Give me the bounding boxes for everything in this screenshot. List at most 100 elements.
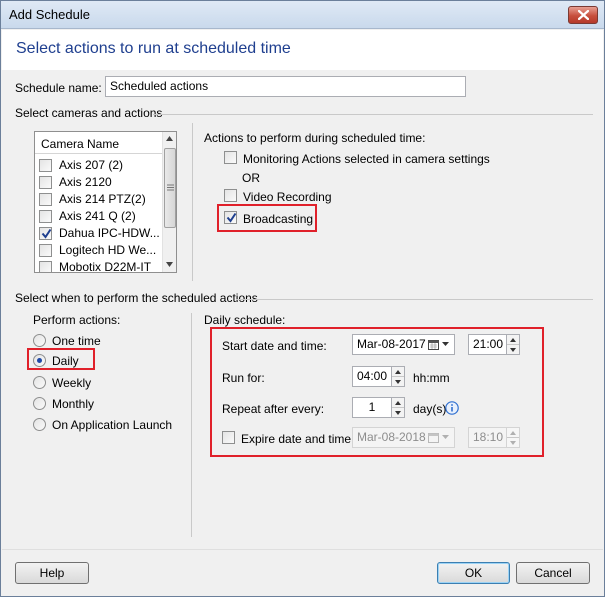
window-title: Add Schedule: [9, 7, 90, 22]
section-divider: [236, 299, 593, 300]
add-schedule-window: Add Schedule Select actions to run at sc…: [0, 0, 605, 597]
daily-schedule-title: Daily schedule:: [204, 313, 286, 327]
camera-item-label: Logitech HD We...: [59, 243, 157, 257]
camera-item[interactable]: Axis 207 (2): [39, 157, 163, 174]
close-button[interactable]: [568, 6, 598, 24]
camera-item[interactable]: Mobotix D22M-IT: [39, 259, 163, 272]
arrow-down-icon: [395, 410, 401, 415]
chevron-down-icon[interactable]: [442, 342, 449, 346]
camera-checkbox[interactable]: [39, 261, 52, 272]
expire-date-picker[interactable]: Mar-08-2018: [352, 427, 455, 448]
camera-list-header: Camera Name: [35, 132, 164, 154]
calendar-icon[interactable]: [428, 432, 439, 443]
expire-date-value: Mar-08-2018: [357, 430, 426, 444]
run-for-label: Run for:: [222, 371, 265, 385]
camera-item[interactable]: Dahua IPC-HDW...: [39, 225, 163, 242]
schedule-name-input[interactable]: Scheduled actions: [105, 76, 466, 97]
arrow-down-icon: [510, 440, 516, 445]
camera-item[interactable]: Logitech HD We...: [39, 242, 163, 259]
repeat-unit: day(s): [413, 402, 447, 416]
radio-weekly[interactable]: [33, 376, 46, 389]
stepper-down[interactable]: [507, 438, 519, 448]
monitoring-checkbox[interactable]: [224, 151, 237, 164]
page-title: Select actions to run at scheduled time: [16, 40, 291, 57]
arrow-down-icon: [395, 379, 401, 384]
start-time-stepper[interactable]: [506, 334, 520, 355]
camera-checkbox[interactable]: [39, 159, 52, 172]
camera-item-label: Axis 241 Q (2): [59, 209, 136, 223]
run-for-stepper[interactable]: [391, 366, 405, 387]
stepper-up[interactable]: [507, 428, 519, 438]
camera-item-label: Axis 2120: [59, 175, 112, 189]
highlight-daily: [27, 348, 95, 370]
grip-icon: [167, 184, 174, 191]
perform-actions-title: Perform actions:: [33, 313, 121, 327]
monitoring-label: Monitoring Actions selected in camera se…: [243, 152, 490, 166]
radio-on-launch[interactable]: [33, 418, 46, 431]
help-button[interactable]: Help: [15, 562, 89, 584]
repeat-label: Repeat after every:: [222, 402, 325, 416]
scrollbar-thumb[interactable]: [164, 148, 176, 228]
radio-one-time[interactable]: [33, 334, 46, 347]
radio-on-launch-label: On Application Launch: [52, 418, 173, 432]
expire-label: Expire date and time:: [241, 432, 355, 446]
expire-checkbox[interactable]: [222, 431, 235, 444]
section-divider: [153, 114, 593, 115]
arrow-up-icon: [395, 370, 401, 374]
expire-time-stepper[interactable]: [506, 427, 520, 448]
expire-time-input[interactable]: 18:10: [468, 427, 507, 448]
arrow-up-icon: [510, 338, 516, 342]
start-date-picker[interactable]: Mar-08-2017: [352, 334, 455, 355]
stepper-down[interactable]: [392, 377, 404, 387]
highlight-broadcasting: [217, 204, 317, 232]
header-band: Select actions to run at scheduled time: [2, 30, 603, 70]
scroll-down-icon[interactable]: [166, 262, 173, 267]
calendar-icon[interactable]: [428, 339, 439, 350]
radio-monthly-label: Monthly: [52, 397, 95, 411]
repeat-input[interactable]: 1: [352, 397, 392, 418]
stepper-up[interactable]: [507, 335, 519, 345]
arrow-down-icon: [510, 347, 516, 352]
title-bar[interactable]: Add Schedule: [1, 1, 604, 29]
camera-item-label: Axis 214 PTZ(2): [59, 192, 146, 206]
camera-list-scrollbar[interactable]: [162, 132, 176, 272]
cancel-button[interactable]: Cancel: [516, 562, 590, 584]
camera-item[interactable]: Axis 2120: [39, 174, 163, 191]
camera-listbox[interactable]: Camera Name Axis 207 (2) Axis 2120 Axis …: [34, 131, 177, 273]
camera-checkbox[interactable]: [39, 227, 52, 240]
camera-checkbox[interactable]: [39, 176, 52, 189]
run-for-unit: hh:mm: [413, 371, 450, 385]
ok-button[interactable]: OK: [437, 562, 510, 584]
repeat-stepper[interactable]: [391, 397, 405, 418]
run-for-input[interactable]: 04:00: [352, 366, 392, 387]
camera-item-label: Dahua IPC-HDW...: [59, 226, 160, 240]
camera-checkbox[interactable]: [39, 193, 52, 206]
actions-title: Actions to perform during scheduled time…: [204, 131, 426, 145]
camera-item[interactable]: Axis 241 Q (2): [39, 208, 163, 225]
arrow-up-icon: [510, 431, 516, 435]
chevron-down-icon[interactable]: [442, 435, 449, 439]
vertical-divider: [192, 123, 193, 281]
radio-weekly-label: Weekly: [52, 376, 92, 390]
video-recording-label: Video Recording: [243, 190, 332, 204]
stepper-down[interactable]: [392, 408, 404, 418]
info-icon[interactable]: [445, 401, 459, 415]
camera-item-label: Axis 207 (2): [59, 158, 124, 172]
or-text: OR: [242, 171, 260, 185]
stepper-up[interactable]: [392, 398, 404, 408]
video-recording-checkbox[interactable]: [224, 189, 237, 202]
start-time-input[interactable]: 21:00: [468, 334, 507, 355]
stepper-down[interactable]: [507, 345, 519, 355]
scroll-up-icon[interactable]: [166, 136, 173, 141]
schedule-name-label: Schedule name:: [15, 81, 102, 95]
start-date-value: Mar-08-2017: [357, 337, 426, 351]
vertical-divider: [191, 313, 192, 537]
close-icon: [578, 10, 589, 20]
camera-item[interactable]: Axis 214 PTZ(2): [39, 191, 163, 208]
arrow-up-icon: [395, 401, 401, 405]
start-label: Start date and time:: [222, 339, 327, 353]
camera-checkbox[interactable]: [39, 210, 52, 223]
camera-checkbox[interactable]: [39, 244, 52, 257]
radio-monthly[interactable]: [33, 397, 46, 410]
stepper-up[interactable]: [392, 367, 404, 377]
